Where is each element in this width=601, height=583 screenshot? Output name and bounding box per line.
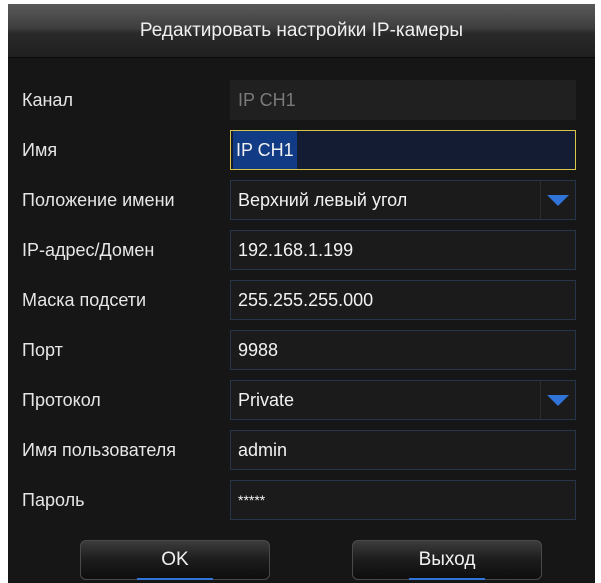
name-position-value: Верхний левый угол [238,190,408,210]
channel-row: Канал IP CH1 [8,80,595,130]
settings-form: Канал IP CH1 Имя IP CH1 Положение имени … [8,80,595,530]
dialog-title-bar: Редактировать настройки IP-камеры [8,4,595,58]
dialog-buttons: OK Выход [8,540,595,583]
name-input[interactable]: IP CH1 [230,130,576,170]
ok-button[interactable]: OK [80,540,270,580]
channel-field: IP CH1 [230,80,576,120]
protocol-label: Протокол [22,390,101,410]
edit-ip-camera-dialog: Редактировать настройки IP-камеры Канал … [8,4,595,583]
name-row: Имя IP CH1 [8,130,595,180]
username-label: Имя пользователя [22,440,177,460]
name-input-selection: IP CH1 [233,131,297,169]
port-label: Порт [22,340,63,360]
username-row: Имя пользователя admin [8,430,595,480]
protocol-select[interactable]: Private [230,380,576,420]
protocol-dropdown-button[interactable] [540,381,575,419]
exit-button[interactable]: Выход [352,540,542,580]
password-label: Пароль [22,490,85,510]
name-position-row: Положение имени Верхний левый угол [8,180,595,230]
username-input[interactable]: admin [230,430,576,470]
protocol-value: Private [238,390,295,410]
name-position-dropdown-button[interactable] [540,181,575,219]
name-position-label: Положение имени [22,190,175,210]
name-input-value: IP CH1 [236,140,294,160]
password-row: Пароль ***** [8,480,595,530]
name-label: Имя [22,140,58,160]
ip-domain-label: IP-адрес/Домен [22,240,155,260]
port-input[interactable]: 9988 [230,330,576,370]
name-position-select[interactable]: Верхний левый угол [230,180,576,220]
chevron-down-icon [547,394,569,406]
protocol-row: Протокол Private [8,380,595,430]
subnet-mask-input[interactable]: 255.255.255.000 [230,280,576,320]
channel-label: Канал [22,90,73,110]
ip-domain-input[interactable]: 192.168.1.199 [230,230,576,270]
subnet-mask-label: Маска подсети [22,290,147,310]
dialog-title: Редактировать настройки IP-камеры [139,19,464,41]
ip-domain-row: IP-адрес/Домен 192.168.1.199 [8,230,595,280]
chevron-down-icon [547,194,569,206]
password-input[interactable]: ***** [230,480,576,520]
subnet-mask-row: Маска подсети 255.255.255.000 [8,280,595,330]
port-row: Порт 9988 [8,330,595,380]
